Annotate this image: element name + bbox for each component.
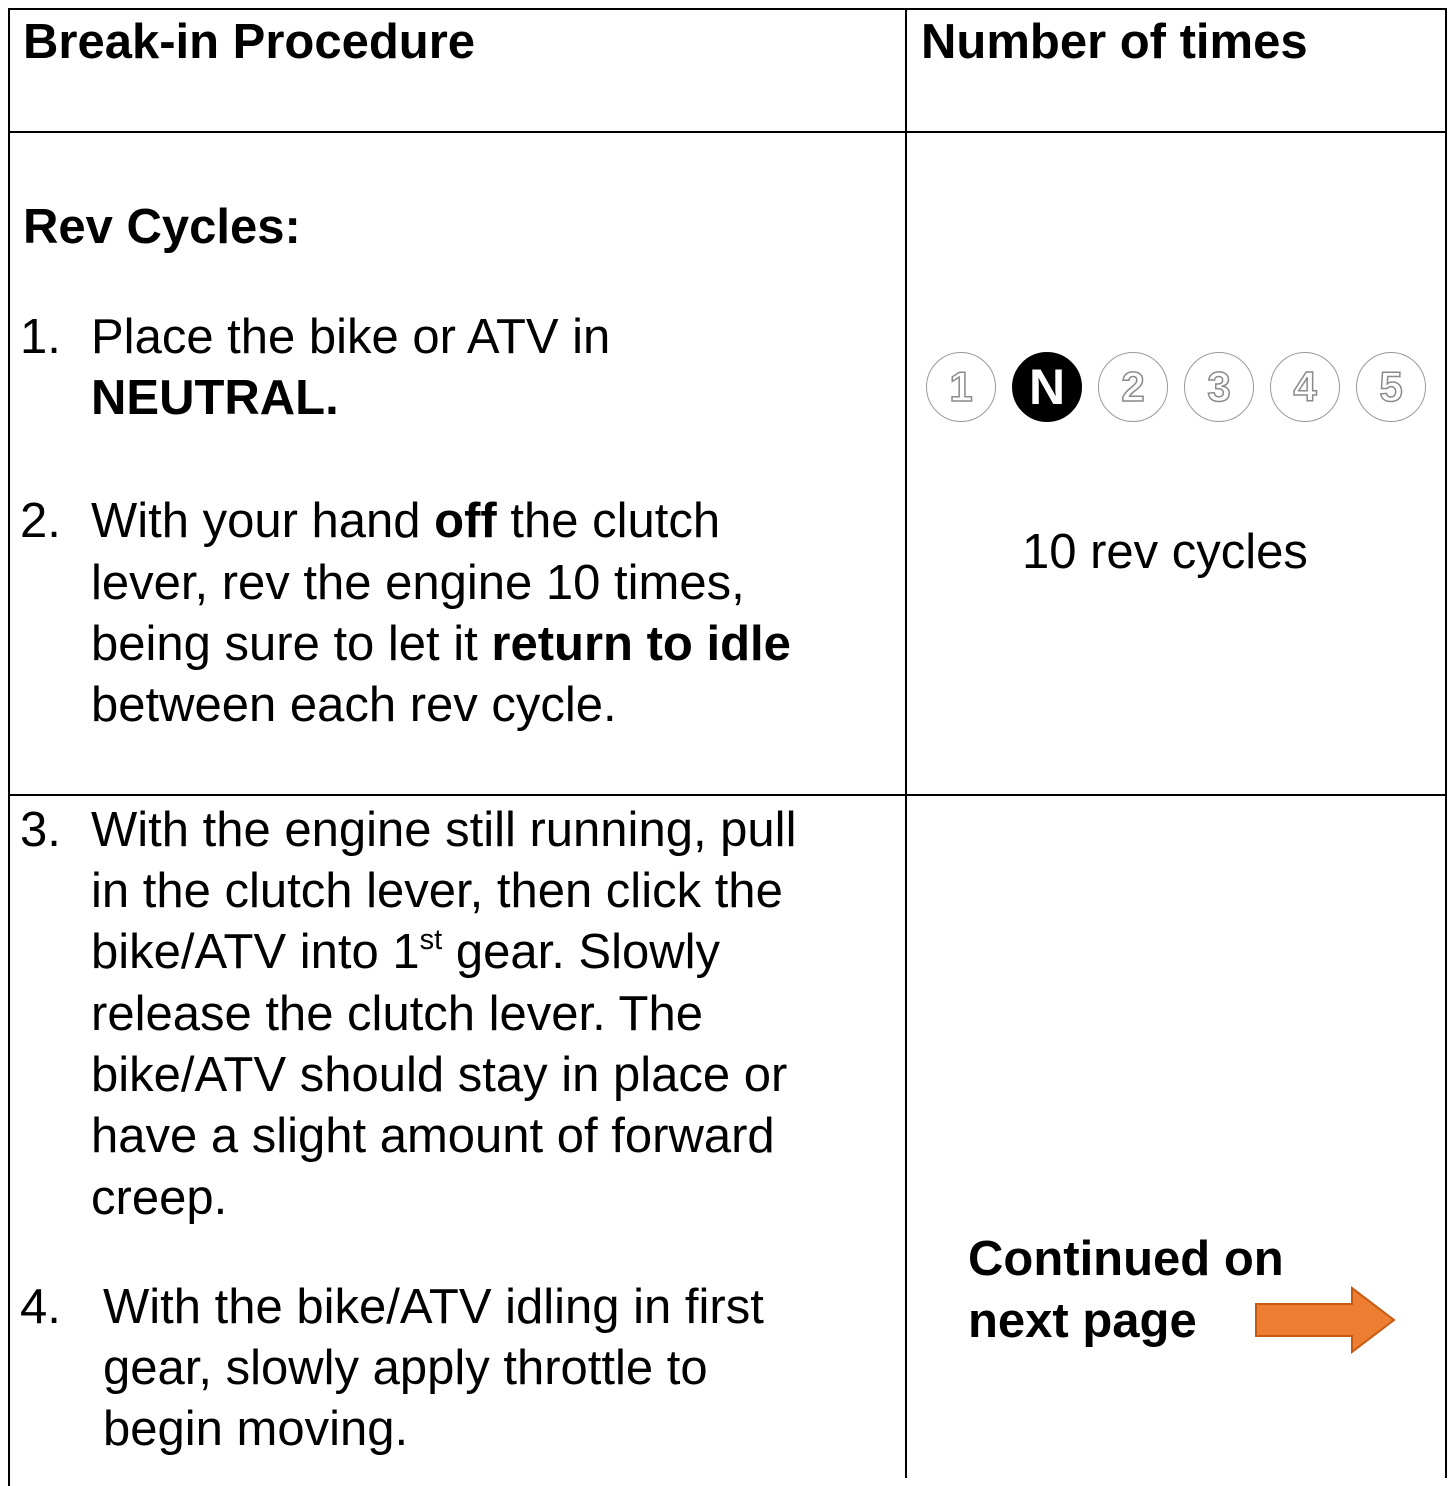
gear-neutral-icon: N <box>1012 352 1082 422</box>
section-title: Rev Cycles: <box>23 200 301 254</box>
right-arrow-icon <box>1255 1286 1396 1355</box>
step-2-line-2: lever, rev the engine 10 times, <box>91 556 745 610</box>
column-divider <box>905 8 907 1478</box>
header-procedure: Break-in Procedure <box>23 15 476 69</box>
gear-4-icon: 4 <box>1270 352 1340 422</box>
step-3-line-4: release the clutch lever. The <box>91 987 703 1041</box>
gear-2-icon: 2 <box>1098 352 1168 422</box>
step-2-number: 2. <box>20 494 61 548</box>
step-4-line-2: gear, slowly apply throttle to <box>103 1341 708 1395</box>
step-4-line-1: With the bike/ATV idling in first <box>103 1280 764 1334</box>
continued-line-1: Continued on <box>968 1232 1284 1286</box>
gear-3-icon: 3 <box>1184 352 1254 422</box>
step-3-line-7: creep. <box>91 1171 228 1225</box>
step-3-line-1: With the engine still running, pull <box>91 803 797 857</box>
step-2-line-1: With your hand off the clutch <box>91 494 721 548</box>
step-4-number: 4. <box>20 1280 61 1334</box>
step-3-line-2: in the clutch lever, then click the <box>91 864 783 918</box>
gear-1-icon: 1 <box>926 352 996 422</box>
row-divider <box>8 794 1446 796</box>
step-2-line-4: between each rev cycle. <box>91 678 617 732</box>
gear-5-icon: 5 <box>1356 352 1426 422</box>
step-3-number: 3. <box>20 803 61 857</box>
continued-line-2: next page <box>968 1294 1197 1348</box>
rev-cycles-count: 10 rev cycles <box>1022 525 1308 579</box>
step-3-line-5: bike/ATV should stay in place or <box>91 1048 788 1102</box>
step-4-line-3: begin moving. <box>103 1402 409 1456</box>
header-row-divider <box>8 131 1446 133</box>
step-3-line-3: bike/ATV into 1st gear. Slowly <box>91 924 721 979</box>
step-1-text: Place the bike or ATV in <box>91 310 611 364</box>
step-1-number: 1. <box>20 310 61 364</box>
table-right-border <box>1445 8 1447 1478</box>
header-number-of-times: Number of times <box>921 15 1308 69</box>
step-1-neutral: NEUTRAL. <box>91 371 339 425</box>
step-2-line-3: being sure to let it return to idle <box>91 617 791 671</box>
step-3-line-6: have a slight amount of forward <box>91 1109 775 1163</box>
